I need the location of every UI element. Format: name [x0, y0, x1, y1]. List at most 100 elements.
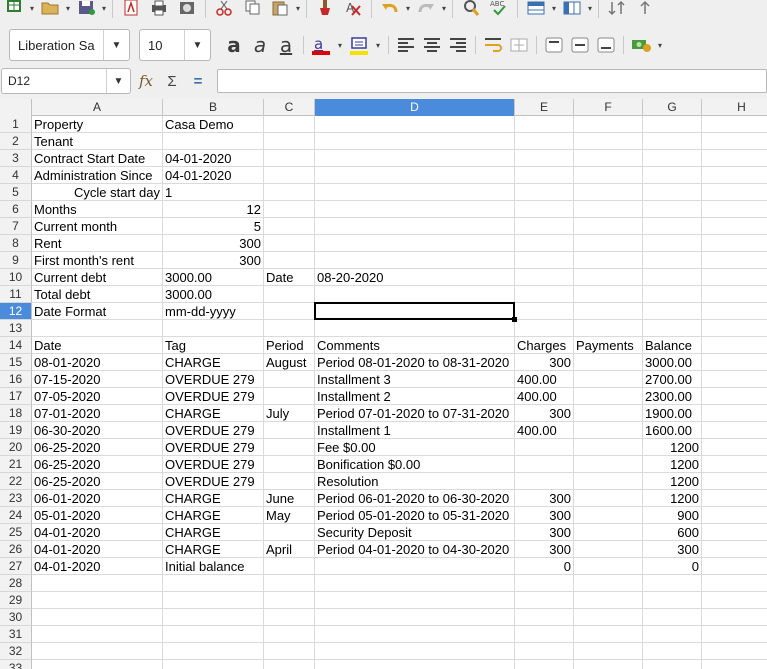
cell-f3[interactable] — [574, 150, 643, 167]
cell-a19[interactable]: 06-30-2020 — [32, 422, 163, 439]
cell-a6[interactable]: Months — [32, 201, 163, 218]
cell-h7[interactable] — [702, 218, 767, 235]
cell-a33[interactable] — [32, 660, 163, 669]
cell-f27[interactable] — [574, 558, 643, 575]
cell-e4[interactable] — [515, 167, 574, 184]
cell-h8[interactable] — [702, 235, 767, 252]
cell-g16[interactable]: 2700.00 — [643, 371, 702, 388]
cell-f1[interactable] — [574, 116, 643, 133]
cell-f4[interactable] — [574, 167, 643, 184]
column-header-b[interactable]: B — [163, 99, 264, 116]
cell-g29[interactable] — [643, 592, 702, 609]
cell-b29[interactable] — [163, 592, 264, 609]
cell-b30[interactable] — [163, 609, 264, 626]
cell-g28[interactable] — [643, 575, 702, 592]
cell-d26[interactable]: Period 04-01-2020 to 04-30-2020 — [315, 541, 515, 558]
cell-f5[interactable] — [574, 184, 643, 201]
cell-e8[interactable] — [515, 235, 574, 252]
cell-e14[interactable]: Charges — [515, 337, 574, 354]
row-header[interactable]: 33 — [0, 660, 32, 669]
cell-g4[interactable] — [643, 167, 702, 184]
cell-h22[interactable] — [702, 473, 767, 490]
cell-f24[interactable] — [574, 507, 643, 524]
cell-g11[interactable] — [643, 286, 702, 303]
cut-button[interactable] — [210, 0, 238, 22]
column-header-h[interactable]: H — [702, 99, 767, 116]
cell-d8[interactable] — [315, 235, 515, 252]
cell-b11[interactable]: 3000.00 — [163, 286, 264, 303]
cell-g3[interactable] — [643, 150, 702, 167]
cell-d20[interactable]: Fee $0.00 — [315, 439, 515, 456]
cell-c10[interactable]: Date — [264, 269, 315, 286]
cell-e12[interactable] — [515, 303, 574, 320]
cell-e15[interactable]: 300 — [515, 354, 574, 371]
row-header[interactable]: 24 — [0, 507, 32, 524]
cell-a11[interactable]: Total debt — [32, 286, 163, 303]
cell-g1[interactable] — [643, 116, 702, 133]
row-header[interactable]: 10 — [0, 269, 32, 286]
cell-a1[interactable]: Property — [32, 116, 163, 133]
row-header[interactable]: 19 — [0, 422, 32, 439]
cell-h11[interactable] — [702, 286, 767, 303]
cell-g32[interactable] — [643, 643, 702, 660]
cell-h20[interactable] — [702, 439, 767, 456]
cell-b4[interactable]: 04-01-2020 — [163, 167, 264, 184]
cell-e27[interactable]: 0 — [515, 558, 574, 575]
row-header[interactable]: 11 — [0, 286, 32, 303]
cell-f30[interactable] — [574, 609, 643, 626]
cell-b12[interactable]: mm-dd-yyyy — [163, 303, 264, 320]
cell-b19[interactable]: OVERDUE 279 — [163, 422, 264, 439]
cell-c33[interactable] — [264, 660, 315, 669]
cell-f10[interactable] — [574, 269, 643, 286]
cell-a12[interactable]: Date Format — [32, 303, 163, 320]
cell-a29[interactable] — [32, 592, 163, 609]
cell-h32[interactable] — [702, 643, 767, 660]
cell-h27[interactable] — [702, 558, 767, 575]
cell-f26[interactable] — [574, 541, 643, 558]
merge-center-button[interactable] — [506, 31, 532, 59]
row-header[interactable]: 14 — [0, 337, 32, 354]
cell-a13[interactable] — [32, 320, 163, 337]
highlight-color-button[interactable] — [346, 31, 372, 59]
cell-h12[interactable] — [702, 303, 767, 320]
cell-c20[interactable] — [264, 439, 315, 456]
cell-a25[interactable]: 04-01-2020 — [32, 524, 163, 541]
cell-c7[interactable] — [264, 218, 315, 235]
open-dropdown-icon[interactable]: ▾ — [64, 0, 72, 16]
sum-button[interactable]: Σ — [161, 70, 183, 92]
cell-h18[interactable] — [702, 405, 767, 422]
cell-c23[interactable]: June — [264, 490, 315, 507]
paste-dropdown-icon[interactable]: ▾ — [294, 0, 302, 16]
cell-h4[interactable] — [702, 167, 767, 184]
cell-a17[interactable]: 07-05-2020 — [32, 388, 163, 405]
align-right-button[interactable] — [445, 31, 471, 59]
cell-b2[interactable] — [163, 133, 264, 150]
column-header-g[interactable]: G — [643, 99, 702, 116]
cell-b22[interactable]: OVERDUE 279 — [163, 473, 264, 490]
cell-h1[interactable] — [702, 116, 767, 133]
cell-h2[interactable] — [702, 133, 767, 150]
copy-button[interactable] — [238, 0, 266, 22]
cell-a27[interactable]: 04-01-2020 — [32, 558, 163, 575]
cell-h9[interactable] — [702, 252, 767, 269]
cell-b24[interactable]: CHARGE — [163, 507, 264, 524]
cell-reference[interactable]: D12 — [2, 74, 106, 88]
cell-g20[interactable]: 1200 — [643, 439, 702, 456]
font-name-combobox[interactable]: Liberation Sa ▼ — [9, 29, 130, 61]
cell-f31[interactable] — [574, 626, 643, 643]
row-header[interactable]: 1 — [0, 116, 32, 133]
cell-e13[interactable] — [515, 320, 574, 337]
new-spreadsheet-button[interactable] — [0, 0, 28, 22]
chevron-down-icon[interactable]: ▼ — [103, 30, 129, 60]
open-button[interactable] — [36, 0, 64, 22]
row-header[interactable]: 27 — [0, 558, 32, 575]
row-header[interactable]: 9 — [0, 252, 32, 269]
cell-h23[interactable] — [702, 490, 767, 507]
highlight-dropdown-icon[interactable]: ▾ — [372, 31, 384, 59]
cell-f17[interactable] — [574, 388, 643, 405]
cell-c1[interactable] — [264, 116, 315, 133]
align-bottom-button[interactable] — [593, 31, 619, 59]
cell-d30[interactable] — [315, 609, 515, 626]
cell-b26[interactable]: CHARGE — [163, 541, 264, 558]
font-size-combobox[interactable]: 10 ▼ — [139, 29, 211, 61]
